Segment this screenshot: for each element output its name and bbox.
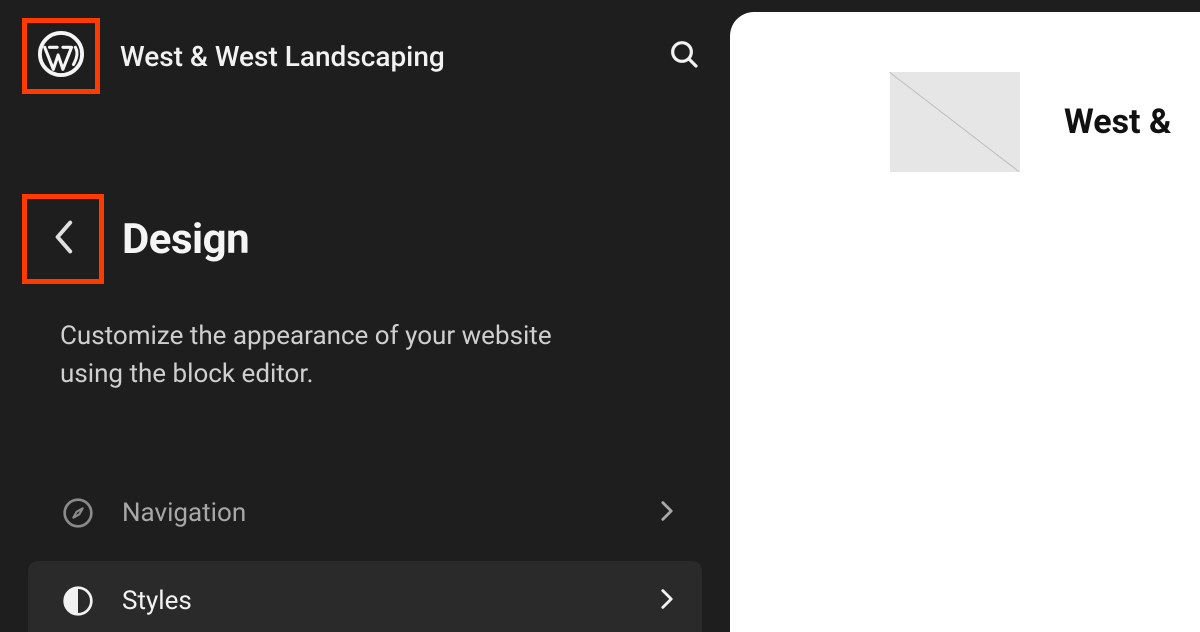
menu-item-navigation[interactable]: Navigation <box>28 473 702 553</box>
search-button[interactable] <box>662 34 706 78</box>
menu-item-label: Styles <box>122 586 660 616</box>
chevron-right-icon <box>660 499 674 527</box>
section-title: Design <box>122 215 249 264</box>
compass-icon <box>62 497 94 529</box>
sidebar-topbar: West & West Landscaping <box>0 18 730 94</box>
wordpress-icon <box>38 31 84 81</box>
chevron-right-icon <box>660 587 674 615</box>
back-button[interactable] <box>22 194 104 284</box>
section-header: Design <box>0 194 730 284</box>
chevron-left-icon <box>52 219 74 259</box>
preview-site-title: West & <box>1064 102 1171 142</box>
site-title: West & West Landscaping <box>120 40 662 73</box>
design-menu: Navigation Styles <box>0 473 730 632</box>
site-preview-panel[interactable]: West & <box>730 12 1200 632</box>
preview-header: West & <box>890 72 1171 172</box>
search-icon <box>668 38 700 74</box>
editor-sidebar: West & West Landscaping Design Customize… <box>0 0 730 632</box>
menu-item-styles[interactable]: Styles <box>28 561 702 632</box>
wordpress-logo-button[interactable] <box>22 18 100 94</box>
contrast-icon <box>62 585 94 617</box>
section-description: Customize the appearance of your website… <box>0 284 680 393</box>
menu-item-label: Navigation <box>122 498 660 528</box>
image-placeholder-icon <box>890 72 1020 172</box>
